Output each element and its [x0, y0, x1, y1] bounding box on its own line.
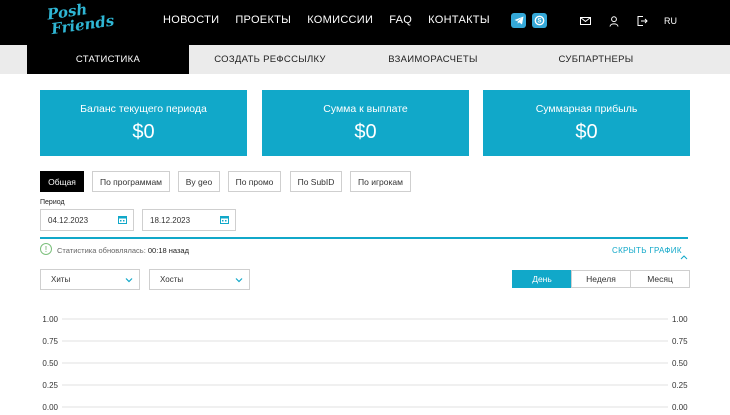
mail-icon[interactable]: [578, 14, 592, 28]
language-switcher[interactable]: RU: [664, 16, 677, 26]
skype-icon[interactable]: S: [532, 13, 547, 28]
y-tick-label-left: 1.00: [42, 315, 58, 324]
card-current-balance: Баланс текущего периода $0: [40, 90, 247, 156]
calendar-icon[interactable]: [220, 215, 229, 226]
granularity-month[interactable]: Месяц: [630, 270, 690, 288]
filter-by-subid[interactable]: По SubID: [290, 171, 342, 192]
telegram-icon[interactable]: [511, 13, 526, 28]
chevron-up-icon[interactable]: [680, 247, 688, 265]
card-label: Баланс текущего периода: [80, 103, 207, 115]
nav-commissions[interactable]: КОМИССИИ: [307, 14, 373, 26]
y-tick-label-right: 0.00: [672, 403, 688, 412]
y-tick-label-right: 1.00: [672, 315, 688, 324]
calendar-icon[interactable]: [118, 215, 127, 226]
section-tabs: СТАТИСТИКА СОЗДАТЬ РЕФССЫЛКУ ВЗАИМОРАСЧЕ…: [0, 45, 730, 74]
y-tick-label-right: 0.50: [672, 359, 688, 368]
filter-by-geo[interactable]: By geo: [178, 171, 220, 192]
info-icon: !: [40, 243, 52, 255]
nav-faq[interactable]: FAQ: [389, 14, 412, 26]
select-value: Хосты: [160, 275, 184, 284]
select-value: Хиты: [51, 275, 71, 284]
period-label: Период: [40, 199, 65, 206]
logout-icon[interactable]: [635, 14, 649, 28]
filter-general[interactable]: Общая: [40, 171, 84, 192]
svg-text:S: S: [537, 19, 541, 25]
stats-chart: 1.00 1.00 0.75 0.75 0.50 0.50 0.25 0.25 0.00 0.00: [42, 315, 688, 412]
y-tick-label-right: 0.25: [672, 381, 688, 390]
filter-by-programs[interactable]: По программам: [92, 171, 170, 192]
card-value: $0: [132, 121, 155, 143]
date-from-value: 04.12.2023: [48, 215, 89, 225]
chevron-down-icon: [125, 276, 133, 285]
tab-settlements[interactable]: ВЗАИМОРАСЧЕТЫ: [351, 45, 515, 74]
card-label: Сумма к выплате: [323, 103, 408, 115]
filter-by-players[interactable]: По игрокам: [350, 171, 411, 192]
metric-select-hits[interactable]: Хиты: [40, 269, 140, 290]
date-to-value: 18.12.2023: [150, 215, 191, 225]
nav-contacts[interactable]: КОНТАКТЫ: [428, 14, 490, 26]
filter-by-promo[interactable]: По промо: [228, 171, 281, 192]
update-status: Статистика обновлялась: 00:18 назад: [57, 246, 189, 255]
nav-projects[interactable]: ПРОЕКТЫ: [235, 14, 291, 26]
y-tick-label-left: 0.50: [42, 359, 58, 368]
y-tick-label-right: 0.75: [672, 337, 688, 346]
chevron-down-icon: [235, 276, 243, 285]
granularity-day[interactable]: День: [512, 270, 572, 288]
nav-news[interactable]: НОВОСТИ: [163, 14, 219, 26]
metric-select-hosts[interactable]: Хосты: [149, 269, 250, 290]
card-value: $0: [354, 121, 377, 143]
card-total-profit: Суммарная прибыль $0: [483, 90, 690, 156]
status-text: Статистика обновлялась:: [57, 246, 146, 255]
date-to-input[interactable]: 18.12.2023: [142, 209, 236, 231]
y-tick-label-left: 0.00: [42, 403, 58, 412]
granularity-week[interactable]: Неделя: [571, 270, 631, 288]
tab-subpartners[interactable]: СУБПАРТНЕРЫ: [515, 45, 677, 74]
brand-logo[interactable]: Posh Friends: [46, 0, 115, 38]
card-value: $0: [575, 121, 598, 143]
date-from-input[interactable]: 04.12.2023: [40, 209, 134, 231]
top-header: Posh Friends НОВОСТИ ПРОЕКТЫ КОМИССИИ FA…: [0, 0, 730, 45]
hide-chart-link[interactable]: СКРЫТЬ ГРАФИК: [612, 246, 682, 255]
y-tick-label-left: 0.25: [42, 381, 58, 390]
card-label: Суммарная прибыль: [535, 103, 638, 115]
section-divider: [40, 237, 688, 239]
tab-statistics[interactable]: СТАТИСТИКА: [27, 45, 189, 74]
main-nav: НОВОСТИ ПРОЕКТЫ КОМИССИИ FAQ КОНТАКТЫ: [163, 14, 506, 26]
user-icon[interactable]: [607, 14, 621, 28]
card-payout-amount: Сумма к выплате $0: [262, 90, 469, 156]
tab-create-refslink[interactable]: СОЗДАТЬ РЕФССЫЛКУ: [189, 45, 351, 74]
y-tick-label-left: 0.75: [42, 337, 58, 346]
status-time: 00:18 назад: [147, 246, 189, 255]
